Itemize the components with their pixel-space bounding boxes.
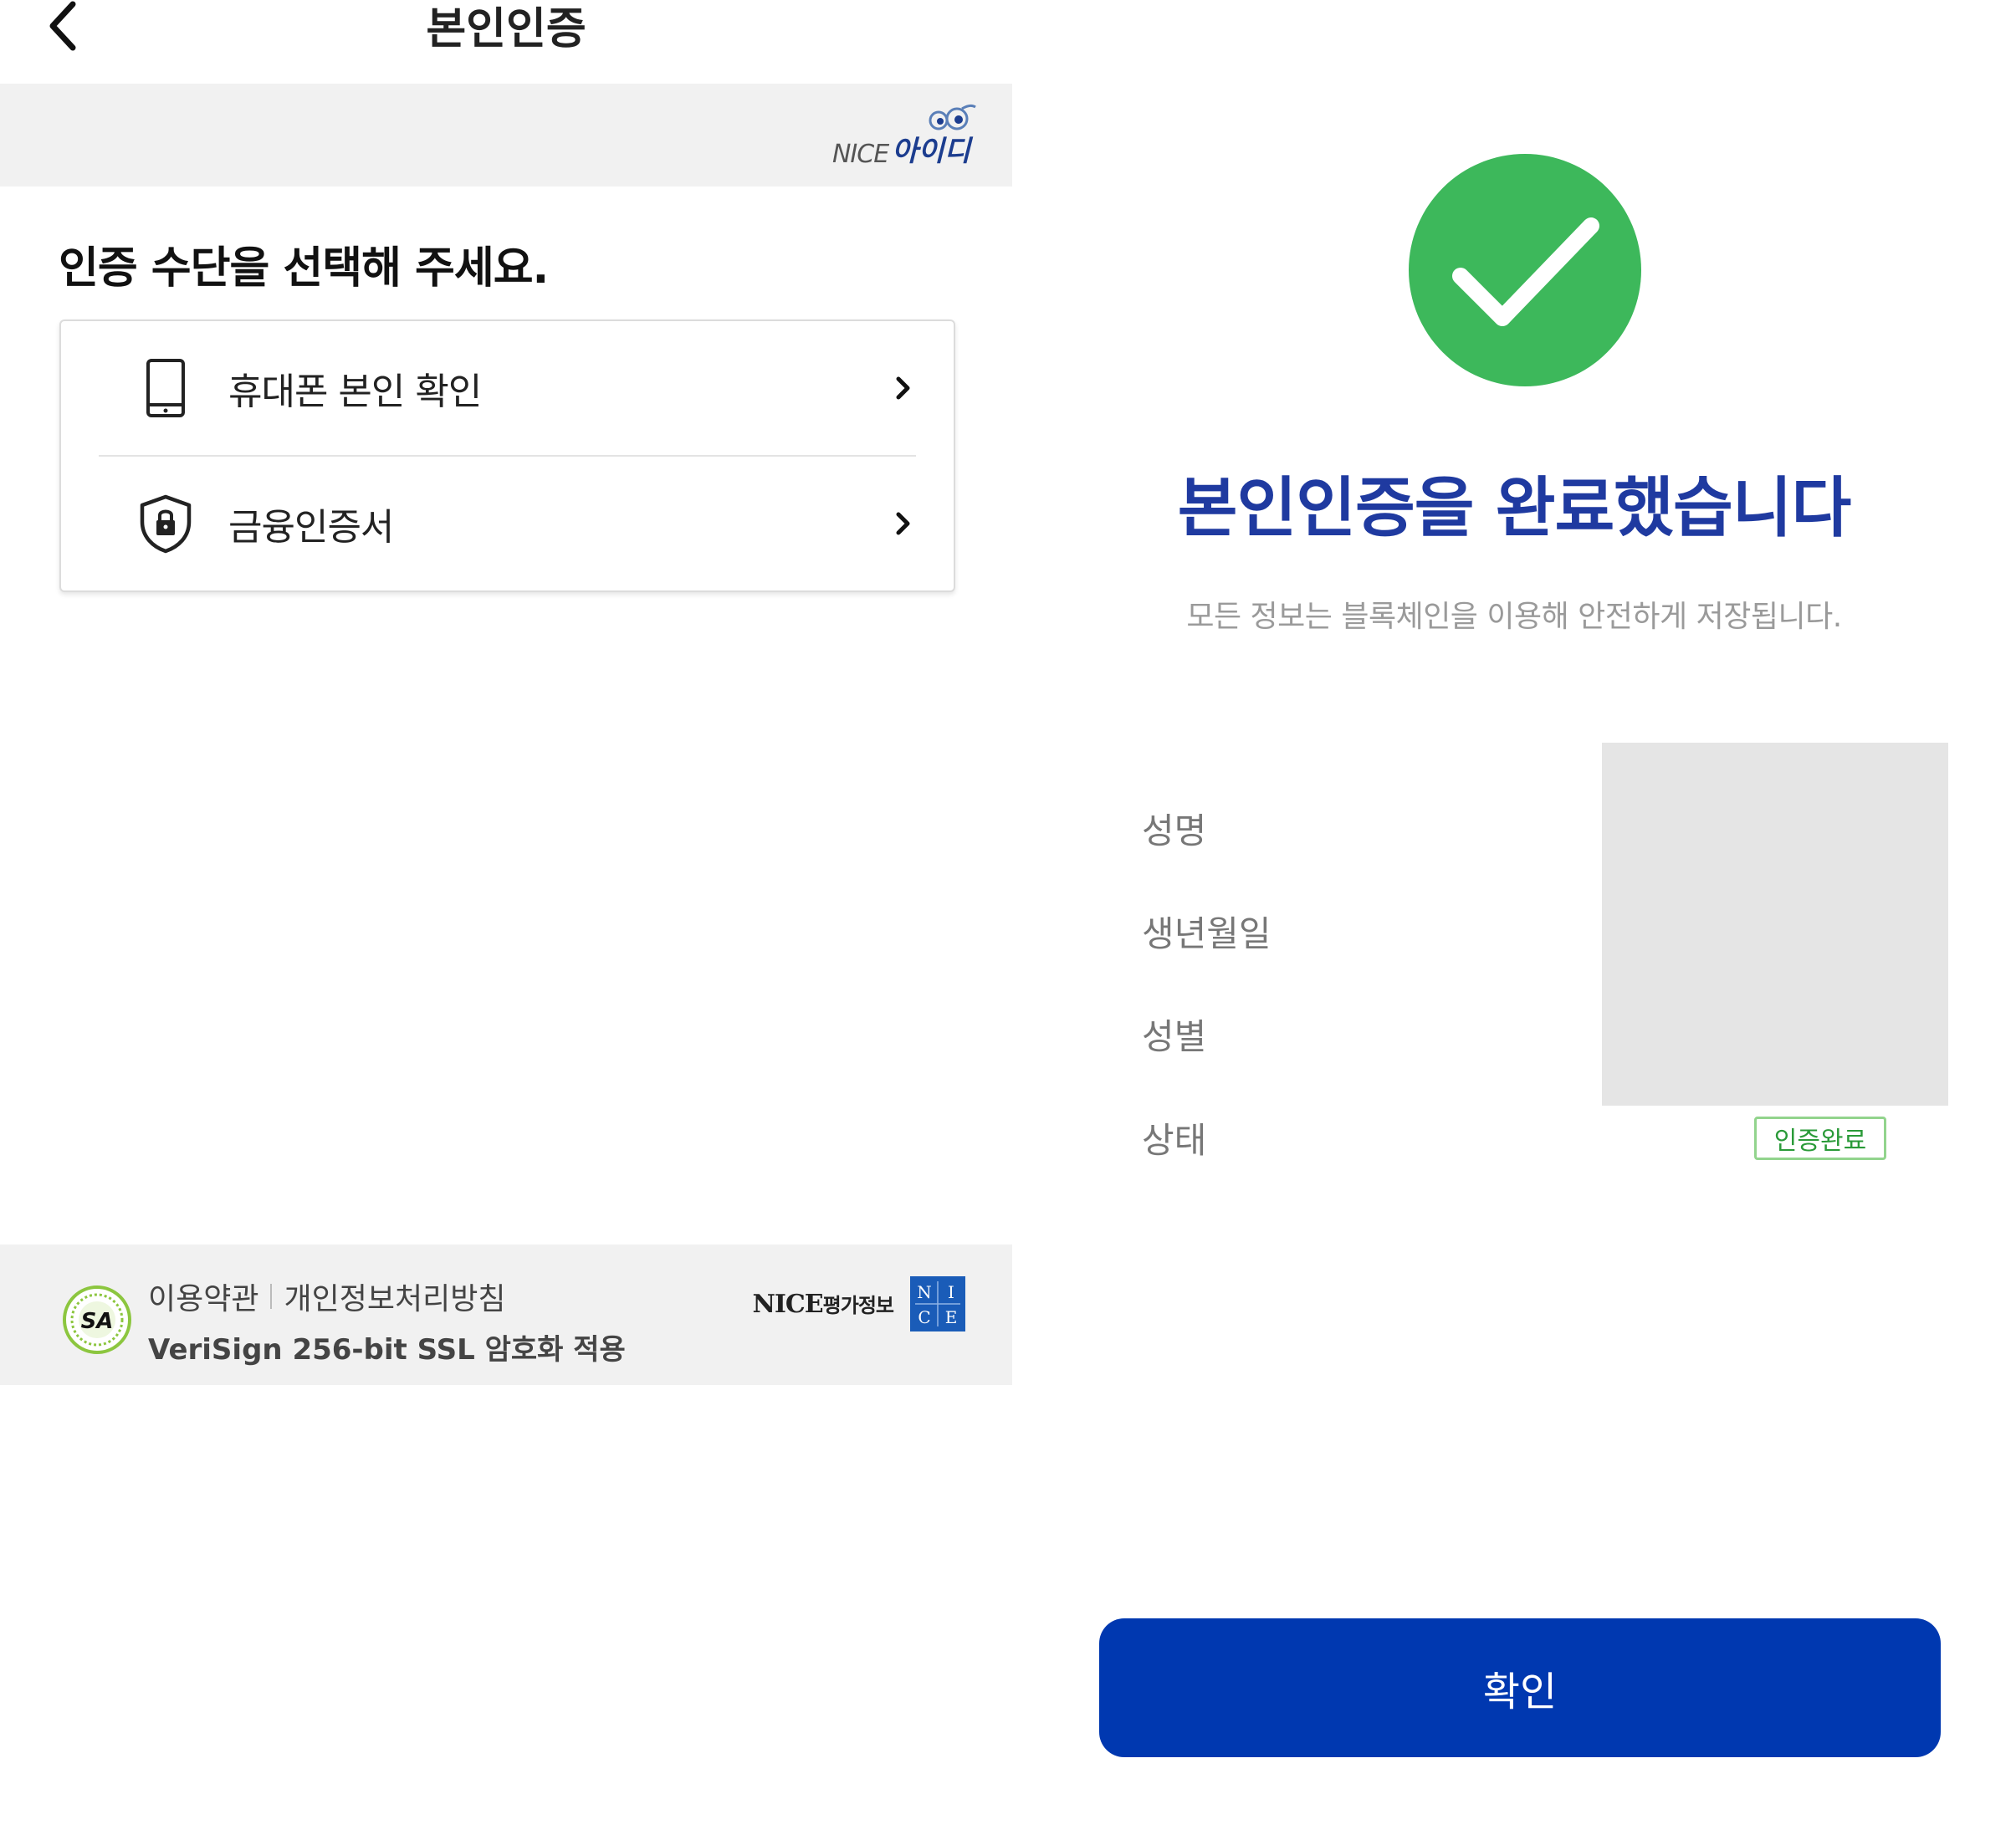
field-label-gender: 성별 — [1142, 1016, 1207, 1057]
screenshot-canvas: 본인인증 NICE 아이디 인증 수단을 선택해 주세요. 휴대폰 본인 확인 … — [0, 0, 2016, 1840]
field-label-status: 상태 — [1142, 1120, 1207, 1161]
field-label-birthdate: 생년월일 — [1142, 913, 1272, 954]
ssl-note: VeriSign 256-bit SSL 암호화 적용 — [148, 1333, 626, 1367]
method-financial-certificate[interactable]: 금융인증서 — [61, 457, 954, 590]
status-badge: 인증완료 — [1754, 1117, 1886, 1160]
auth-select-screen: 본인인증 NICE 아이디 인증 수단을 선택해 주세요. 휴대폰 본인 확인 … — [0, 0, 1012, 1840]
redacted-values-block — [1602, 743, 1948, 1106]
privacy-policy-link[interactable]: 개인정보처리방침 — [284, 1275, 505, 1318]
company-name: NICE평가정보 — [752, 1290, 894, 1319]
eyes-icon — [929, 104, 976, 130]
footer-links: 이용약관 개인정보처리방침 — [148, 1275, 505, 1318]
method-label: 휴대폰 본인 확인 — [228, 371, 482, 413]
link-separator — [270, 1284, 273, 1309]
mobile-phone-icon — [146, 359, 185, 417]
method-label: 금융인증서 — [228, 506, 394, 549]
auth-method-list: 휴대폰 본인 확인 금융인증서 — [59, 319, 955, 592]
sa-badge-text: SA — [81, 1309, 114, 1334]
brand-strip: NICE 아이디 — [0, 84, 1012, 187]
chevron-right-icon — [896, 512, 910, 535]
emblem-letter-e: E — [945, 1307, 958, 1327]
auth-complete-screen: 본인인증을 완료했습니다 모든 정보는 블록체인을 이용해 안전하게 저장됩니다… — [1012, 0, 2016, 1840]
emblem-letter-i: I — [948, 1282, 954, 1302]
check-circle-icon — [1409, 154, 1641, 386]
method-mobile-phone[interactable]: 휴대폰 본인 확인 — [61, 321, 954, 455]
page-title: 본인인증 — [426, 4, 586, 54]
choose-method-heading: 인증 수단을 선택해 주세요. — [59, 243, 549, 294]
field-label-name: 성명 — [1142, 810, 1207, 851]
terms-link[interactable]: 이용약관 — [148, 1275, 258, 1318]
top-app-bar: 본인인증 — [0, 0, 1012, 84]
nice-emblem-icon: N I C E — [910, 1276, 965, 1331]
logo-prefix: NICE — [831, 140, 889, 169]
shield-lock-icon — [140, 494, 192, 554]
footer-strip: SA 이용약관 개인정보처리방침 VeriSign 256-bit SSL 암호… — [0, 1245, 1012, 1385]
nice-id-logo: NICE 아이디 — [831, 102, 976, 169]
emblem-letter-c: C — [918, 1307, 930, 1327]
completion-subtitle: 모든 정보는 블록체인을 이용해 안전하게 저장됩니다. — [1186, 600, 1842, 634]
sa-certification-logo: SA — [63, 1285, 131, 1354]
emblem-letter-n: N — [917, 1282, 932, 1302]
completion-title: 본인인증을 완료했습니다 — [1177, 471, 1852, 546]
confirm-button[interactable]: 확인 — [1099, 1618, 1941, 1757]
chevron-right-icon — [896, 376, 910, 400]
nice-rating-logo: NICE평가정보 N I C E — [752, 1276, 965, 1331]
